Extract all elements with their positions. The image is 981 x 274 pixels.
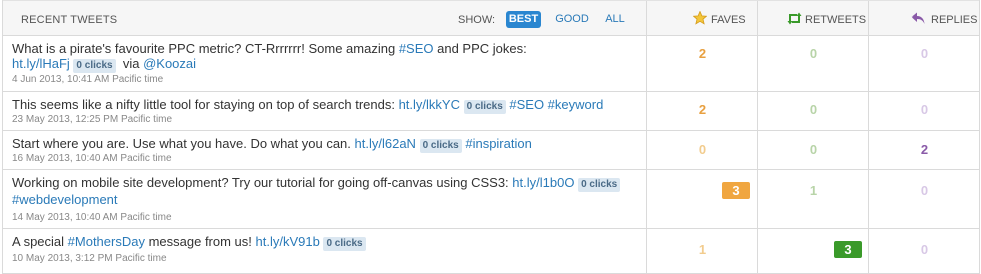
replies-count: 2 [920, 142, 929, 157]
retweets-cell: 0 [757, 131, 868, 169]
clicks-badge: 0 clicks [323, 237, 366, 251]
replies-column-label: REPLIES [931, 14, 978, 26]
retweet-icon [787, 12, 802, 25]
short-link[interactable]: ht.ly/lHaFj [12, 56, 70, 71]
hashtag-link[interactable]: #webdevelopment [12, 192, 118, 207]
clicks-badge: 0 clicks [419, 139, 462, 153]
replies-cell: 0 [868, 170, 979, 228]
clicks-badge: 0 clicks [463, 100, 506, 114]
faves-count: 3 [722, 182, 750, 199]
retweets-count: 3 [834, 241, 862, 258]
retweets-column-label: RETWEETS [805, 14, 867, 26]
replies-count: 0 [920, 46, 929, 61]
mention-link[interactable]: @Koozai [143, 56, 196, 71]
table-row: A special #MothersDay message from us! h… [3, 229, 979, 274]
tweet-text: What is a pirate's favourite PPC metric?… [12, 41, 527, 73]
tweet-text: Working on mobile site development? Try … [12, 175, 637, 207]
short-link[interactable]: ht.ly/lkkYC [399, 97, 460, 112]
faves-count: 2 [698, 46, 707, 61]
replies-column-header[interactable]: REPLIES [868, 1, 979, 37]
short-link[interactable]: ht.ly/l1b0O [512, 175, 574, 190]
clicks-badge: 0 clicks [578, 178, 621, 192]
retweets-column-header[interactable]: RETWEETS [757, 1, 868, 37]
faves-cell: 2 [646, 36, 757, 91]
via-label: via [122, 56, 140, 71]
tweet-timestamp: 14 May 2013, 10:40 AM Pacific time [12, 212, 172, 223]
faves-column-header[interactable]: FAVES [646, 1, 757, 37]
faves-cell: 3 [646, 170, 757, 228]
short-link[interactable]: ht.ly/l62aN [355, 136, 416, 151]
panel-title: RECENT TWEETS [21, 14, 118, 26]
filter-best-button[interactable]: BEST [506, 11, 541, 28]
retweets-cell: 0 [757, 92, 868, 130]
show-label: SHOW: [458, 14, 496, 26]
faves-cell: 2 [646, 92, 757, 130]
replies-cell: 0 [868, 92, 979, 130]
faves-cell: 0 [646, 131, 757, 169]
retweets-cell: 0 [757, 36, 868, 91]
retweets-count: 0 [809, 46, 818, 61]
replies-cell: 0 [868, 36, 979, 91]
table-row: This seems like a nifty little tool for … [3, 92, 979, 131]
retweets-cell: 3 [757, 229, 868, 274]
tweet-timestamp: 4 Jun 2013, 10:41 AM Pacific time [12, 74, 164, 85]
replies-cell: 0 [868, 229, 979, 274]
faves-count: 0 [698, 142, 707, 157]
faves-column-label: FAVES [711, 14, 746, 26]
table-header: RECENT TWEETS SHOW: BEST GOOD ALL FAVES … [3, 0, 979, 37]
replies-count: 0 [920, 102, 929, 117]
clicks-badge: 0 clicks [73, 59, 116, 73]
tweet-timestamp: 23 May 2013, 12:25 PM Pacific time [12, 114, 173, 125]
tweet-text: Start where you are. Use what you have. … [12, 136, 532, 153]
filter-all-button[interactable]: ALL [601, 11, 629, 28]
hashtag-link[interactable]: #SEO [399, 41, 434, 56]
recent-tweets-panel: RECENT TWEETS SHOW: BEST GOOD ALL FAVES … [2, 0, 980, 274]
tweet-text: This seems like a nifty little tool for … [12, 97, 604, 114]
retweets-count: 0 [809, 102, 818, 117]
replies-count: 0 [920, 183, 929, 198]
filter-good-button[interactable]: GOOD [554, 11, 590, 28]
star-icon [693, 11, 707, 25]
replies-cell: 2 [868, 131, 979, 169]
short-link[interactable]: ht.ly/kV91b [256, 234, 320, 249]
reply-icon [911, 12, 925, 24]
tweet-timestamp: 16 May 2013, 10:40 AM Pacific time [12, 153, 172, 164]
faves-count: 1 [698, 242, 707, 257]
hashtag-link[interactable]: #inspiration [465, 136, 532, 151]
retweets-count: 0 [809, 142, 818, 157]
faves-cell: 1 [646, 229, 757, 274]
tweet-text: A special #MothersDay message from us! h… [12, 234, 637, 251]
table-row: What is a pirate's favourite PPC metric?… [3, 36, 979, 92]
hashtag-link[interactable]: #MothersDay [68, 234, 145, 249]
faves-count: 2 [698, 102, 707, 117]
table-row: Working on mobile site development? Try … [3, 170, 979, 229]
tweet-timestamp: 10 May 2013, 3:12 PM Pacific time [12, 253, 167, 264]
retweets-count: 1 [809, 183, 818, 198]
replies-count: 0 [920, 242, 929, 257]
hashtag-link[interactable]: #SEO #keyword [509, 97, 603, 112]
retweets-cell: 1 [757, 170, 868, 228]
table-row: Start where you are. Use what you have. … [3, 131, 979, 170]
